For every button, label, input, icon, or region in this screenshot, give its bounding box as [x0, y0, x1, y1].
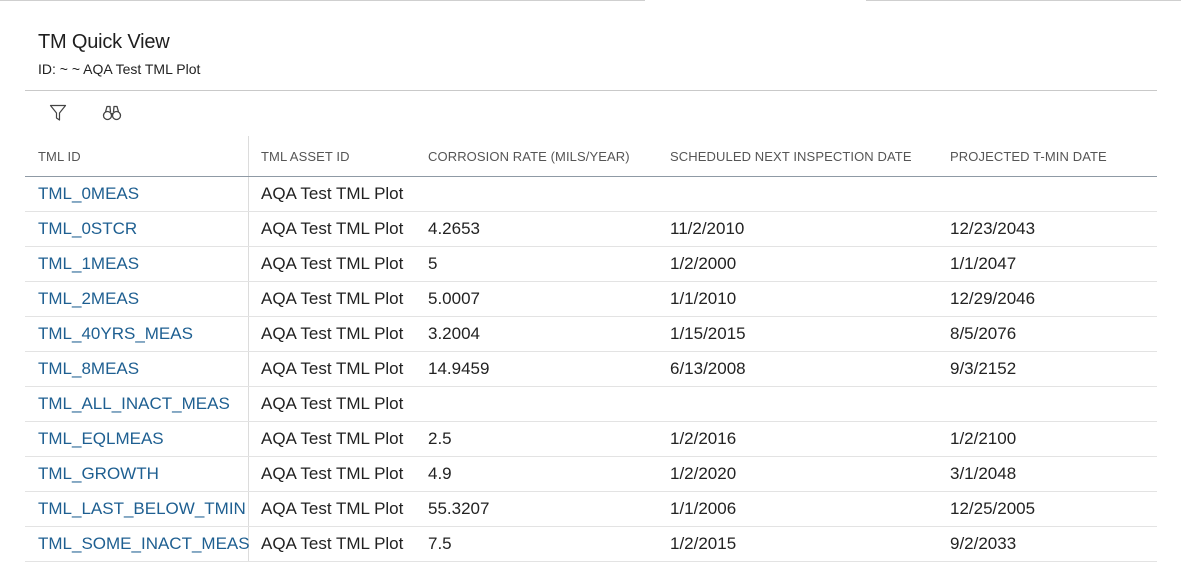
find-button[interactable] [100, 102, 124, 124]
table-row: TML_0MEAS AQA Test TML Plot [25, 177, 1157, 212]
projected-tmin-date-cell: 12/25/2005 [950, 499, 1036, 518]
tml-asset-id-cell: AQA Test TML Plot [261, 184, 404, 203]
tml-id-link[interactable]: TML_EQLMEAS [38, 429, 164, 449]
projected-tmin-date-cell: 8/5/2076 [950, 324, 1017, 343]
top-divider-right [866, 0, 1181, 1]
column-header-tml-asset-id[interactable]: TML ASSET ID [261, 136, 350, 176]
next-inspection-date-cell: 1/2/2015 [670, 534, 737, 553]
toolbar [46, 102, 124, 124]
next-inspection-date-cell: 1/2/2020 [670, 464, 737, 483]
tml-asset-id-cell: AQA Test TML Plot [261, 429, 404, 448]
tml-id-link[interactable]: TML_GROWTH [38, 464, 159, 484]
projected-tmin-date-cell: 1/1/2047 [950, 254, 1017, 273]
page-header: TM Quick View ID: ~ ~ AQA Test TML Plot [38, 30, 200, 78]
column-header-tml-id[interactable]: TML ID [38, 136, 81, 176]
tml-id-link[interactable]: TML_SOME_INACT_MEAS [38, 534, 250, 554]
tml-asset-id-cell: AQA Test TML Plot [261, 464, 404, 483]
table-header-row: TML ID TML ASSET ID CORROSION RATE (MILS… [25, 136, 1157, 177]
table-row: TML_LAST_BELOW_TMIN AQA Test TML Plot 55… [25, 492, 1157, 527]
tml-asset-id-cell: AQA Test TML Plot [261, 534, 404, 553]
tml-id-link[interactable]: TML_40YRS_MEAS [38, 324, 193, 344]
tml-asset-id-cell: AQA Test TML Plot [261, 499, 404, 518]
corrosion-rate-cell: 3.2004 [428, 324, 480, 343]
tml-asset-id-cell: AQA Test TML Plot [261, 289, 404, 308]
table-row: TML_40YRS_MEAS AQA Test TML Plot 3.2004 … [25, 317, 1157, 352]
tml-id-link[interactable]: TML_1MEAS [38, 254, 139, 274]
corrosion-rate-cell: 4.9 [428, 464, 452, 483]
projected-tmin-date-cell: 12/29/2046 [950, 289, 1036, 308]
corrosion-rate-cell: 55.3207 [428, 499, 490, 518]
next-inspection-date-cell: 1/2/2016 [670, 429, 737, 448]
page-title: TM Quick View [38, 31, 170, 53]
filter-icon [49, 104, 67, 121]
next-inspection-date-cell: 1/1/2006 [670, 499, 737, 518]
corrosion-rate-cell: 7.5 [428, 534, 452, 553]
tml-asset-id-cell: AQA Test TML Plot [261, 324, 404, 343]
corrosion-rate-cell: 5 [428, 254, 438, 273]
column-header-projected-tmin-date[interactable]: PROJECTED T-MIN DATE [950, 136, 1107, 176]
projected-tmin-date-cell: 9/2/2033 [950, 534, 1017, 553]
tml-id-link[interactable]: TML_ALL_INACT_MEAS [38, 394, 230, 414]
next-inspection-date-cell: 1/15/2015 [670, 324, 746, 343]
table-row: TML_2MEAS AQA Test TML Plot 5.0007 1/1/2… [25, 282, 1157, 317]
table-row: TML_EQLMEAS AQA Test TML Plot 2.5 1/2/20… [25, 422, 1157, 457]
table-row: TML_SOME_INACT_MEAS AQA Test TML Plot 7.… [25, 527, 1157, 562]
header-divider [25, 90, 1157, 91]
table-row: TML_0STCR AQA Test TML Plot 4.2653 11/2/… [25, 212, 1157, 247]
projected-tmin-date-cell: 12/23/2043 [950, 219, 1036, 238]
next-inspection-date-cell: 1/1/2010 [670, 289, 737, 308]
tml-id-link[interactable]: TML_0MEAS [38, 184, 139, 204]
table-row: TML_1MEAS AQA Test TML Plot 5 1/2/2000 1… [25, 247, 1157, 282]
corrosion-rate-cell: 2.5 [428, 429, 452, 448]
corrosion-rate-cell: 14.9459 [428, 359, 490, 378]
next-inspection-date-cell: 6/13/2008 [670, 359, 746, 378]
corrosion-rate-cell: 4.2653 [428, 219, 480, 238]
table-row: TML_8MEAS AQA Test TML Plot 14.9459 6/13… [25, 352, 1157, 387]
tml-asset-id-cell: AQA Test TML Plot [261, 394, 404, 413]
projected-tmin-date-cell: 3/1/2048 [950, 464, 1017, 483]
tml-id-link[interactable]: TML_2MEAS [38, 289, 139, 309]
projected-tmin-date-cell: 9/3/2152 [950, 359, 1017, 378]
corrosion-rate-cell: 5.0007 [428, 289, 480, 308]
next-inspection-date-cell: 1/2/2000 [670, 254, 737, 273]
projected-tmin-date-cell: 1/2/2100 [950, 429, 1017, 448]
tml-grid: TML ID TML ASSET ID CORROSION RATE (MILS… [25, 136, 1157, 562]
tml-asset-id-cell: AQA Test TML Plot [261, 359, 404, 378]
column-header-corrosion-rate[interactable]: CORROSION RATE (MILS/YEAR) [428, 136, 630, 176]
table-row: TML_ALL_INACT_MEAS AQA Test TML Plot [25, 387, 1157, 422]
column-header-next-inspection-date[interactable]: SCHEDULED NEXT INSPECTION DATE [670, 136, 912, 176]
tml-asset-id-cell: AQA Test TML Plot [261, 219, 404, 238]
tml-asset-id-cell: AQA Test TML Plot [261, 254, 404, 273]
tml-id-link[interactable]: TML_LAST_BELOW_TMIN [38, 499, 246, 519]
top-divider-left [0, 0, 645, 1]
tml-id-link[interactable]: TML_0STCR [38, 219, 137, 239]
tml-id-link[interactable]: TML_8MEAS [38, 359, 139, 379]
binoculars-icon [102, 105, 122, 121]
table-row: TML_GROWTH AQA Test TML Plot 4.9 1/2/202… [25, 457, 1157, 492]
filter-button[interactable] [46, 102, 70, 124]
next-inspection-date-cell: 11/2/2010 [670, 219, 745, 238]
page-subtitle: ID: ~ ~ AQA Test TML Plot [38, 61, 201, 77]
